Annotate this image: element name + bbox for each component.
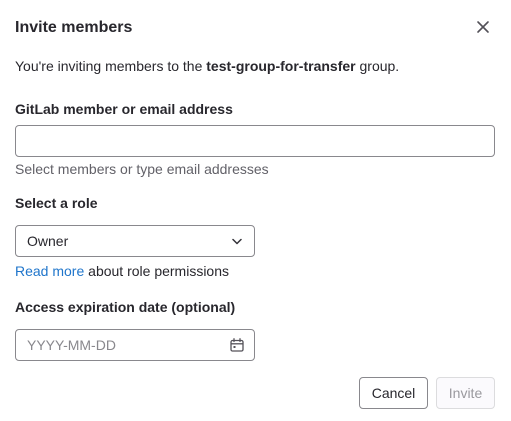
close-button[interactable]: [474, 18, 492, 36]
intro-prefix: You're inviting members to the: [15, 58, 207, 74]
calendar-icon[interactable]: [229, 337, 245, 353]
role-field-label: Select a role: [15, 195, 98, 211]
expiration-date-input[interactable]: YYYY-MM-DD: [15, 329, 255, 361]
role-permissions-suffix: about role permissions: [84, 263, 230, 279]
close-icon: [477, 21, 489, 33]
role-permissions-text: Read more about role permissions: [15, 262, 229, 280]
member-field-help: Select members or type email addresses: [15, 161, 269, 177]
chevron-down-icon: [231, 235, 243, 247]
member-field-label: GitLab member or email address: [15, 101, 233, 117]
member-search-input[interactable]: [15, 125, 495, 157]
group-name: test-group-for-transfer: [206, 58, 356, 74]
cancel-button[interactable]: Cancel: [359, 377, 428, 409]
intro-suffix: group.: [355, 58, 400, 74]
invite-button[interactable]: Invite: [436, 377, 495, 409]
expiration-date-placeholder: YYYY-MM-DD: [27, 337, 116, 353]
invite-members-modal: Invite members You're inviting members t…: [0, 0, 511, 421]
modal-title: Invite members: [15, 19, 133, 36]
read-more-link[interactable]: Read more: [15, 263, 84, 279]
role-selected-value: Owner: [27, 233, 69, 249]
expiration-field-label: Access expiration date (optional): [15, 299, 236, 315]
intro-text: You're inviting members to the test-grou…: [15, 57, 399, 75]
role-select[interactable]: Owner: [15, 225, 255, 257]
